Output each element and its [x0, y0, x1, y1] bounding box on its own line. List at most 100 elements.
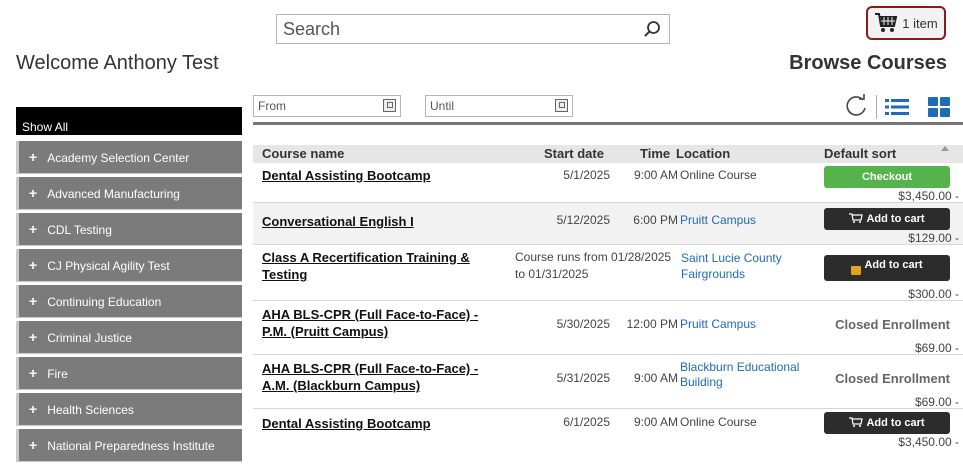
add-to-cart-button[interactable]: Add to cart [824, 208, 950, 230]
price: $69.00 - [914, 395, 959, 409]
location-link[interactable]: Pruitt Campus [680, 213, 756, 228]
start-date: 6/1/2025 [563, 415, 610, 429]
price: $3,450.00 - [898, 189, 959, 203]
start-date: 5/1/2025 [563, 168, 610, 182]
table-row: AHA BLS-CPR (Full Face-to-Face) - A.M. (… [253, 355, 963, 409]
until-date-placeholder: Until [430, 99, 455, 113]
sidebar-item-label: Criminal Justice [47, 331, 132, 345]
column-header-time[interactable]: Time [640, 146, 670, 161]
sidebar-item-cdl-testing[interactable]: + CDL Testing [16, 213, 242, 246]
show-all-button[interactable]: Show All [16, 107, 242, 141]
from-date-placeholder: From [258, 99, 286, 113]
course-name-link[interactable]: AHA BLS-CPR (Full Face-to-Face) - A.M. (… [262, 360, 502, 394]
location-link[interactable]: Pruitt Campus [680, 317, 756, 332]
location-line: Building [680, 375, 723, 389]
welcome-message: Welcome Anthony Test [16, 52, 219, 74]
location-line: Fairgrounds [681, 267, 746, 281]
location: Online Course [680, 168, 757, 182]
location-link[interactable]: Blackburn Educational Building [680, 360, 799, 390]
column-header-start-date[interactable]: Start date [544, 146, 604, 161]
filter-toolbar: From Until [253, 89, 963, 125]
start-date: 5/12/2025 [556, 213, 610, 227]
sidebar-item-academy-selection-center[interactable]: + Academy Selection Center [16, 141, 242, 174]
course-name-link[interactable]: AHA BLS-CPR (Full Face-to-Face) - P.M. (… [262, 306, 502, 340]
add-to-cart-button[interactable]: Add to cart [824, 255, 950, 281]
sidebar-item-label: Continuing Education [47, 295, 162, 309]
sidebar-item-label: CJ Physical Agility Test [47, 259, 170, 273]
cart-count-label: 1 item [902, 15, 938, 31]
course-name-line: Testing [262, 267, 308, 282]
table-row: Class A Recertification Training & Testi… [253, 245, 963, 301]
course-name-link[interactable]: Dental Assisting Bootcamp [262, 167, 502, 184]
category-sidebar: Show All + Academy Selection Center + Adva… [16, 107, 242, 465]
cart-button[interactable]: 1 item [866, 6, 946, 40]
calendar-icon[interactable] [383, 99, 396, 112]
start-time: 6:00 PM [633, 213, 678, 227]
start-time: 9:00 AM [633, 415, 678, 429]
search-input[interactable] [277, 15, 627, 43]
sidebar-item-national-preparedness-institute[interactable]: + National Preparedness Institute [16, 429, 242, 462]
course-name-line: P.M. (Pruitt Campus) [262, 324, 389, 339]
sidebar-item-fire[interactable]: + Fire [16, 357, 242, 390]
list-view-icon[interactable] [883, 95, 911, 119]
sidebar-item-label: Fire [47, 367, 68, 381]
start-time: 12:00 PM [626, 317, 678, 331]
add-to-cart-button[interactable]: Add to cart [824, 412, 950, 434]
lock-icon [851, 266, 862, 275]
calendar-icon[interactable] [555, 99, 568, 112]
search-box[interactable] [276, 14, 670, 44]
checkout-button[interactable]: Checkout [824, 166, 950, 188]
course-name-link[interactable]: Conversational English I [262, 213, 502, 230]
course-name-link[interactable]: Dental Assisting Bootcamp [262, 415, 502, 432]
from-date-field[interactable]: From [253, 95, 401, 117]
toolbar-divider [876, 95, 877, 119]
plus-icon: + [29, 185, 38, 201]
price: $3,450.00 - [898, 435, 959, 449]
location-line: Saint Lucie County [681, 251, 782, 265]
course-name-link[interactable]: Class A Recertification Training & Testi… [262, 249, 502, 283]
plus-icon: + [29, 401, 38, 417]
price: $300.00 - [908, 287, 959, 301]
column-header-location[interactable]: Location [676, 146, 730, 161]
add-to-cart-label: Add to cart [866, 213, 925, 225]
table-header: Course name Start date Time Location Def… [253, 145, 963, 163]
sort-dropdown[interactable]: Default sort [824, 146, 896, 161]
cart-icon [849, 417, 864, 427]
sidebar-item-label: Advanced Manufacturing [47, 187, 180, 201]
until-date-field[interactable]: Until [425, 95, 573, 117]
search-icon[interactable] [643, 20, 661, 38]
sidebar-item-label: National Preparedness Institute [47, 439, 215, 453]
plus-icon: + [29, 365, 38, 381]
shopping-cart-icon [875, 13, 898, 32]
grid-view-icon[interactable] [927, 96, 951, 118]
course-name-line: Class A Recertification Training & [262, 250, 470, 265]
course-name-line: AHA BLS-CPR (Full Face-to-Face) - [262, 361, 479, 376]
sidebar-item-continuing-education[interactable]: + Continuing Education [16, 285, 242, 318]
add-to-cart-label: Add to cart [866, 417, 925, 429]
sidebar-item-advanced-manufacturing[interactable]: + Advanced Manufacturing [16, 177, 242, 210]
refresh-icon[interactable] [843, 93, 869, 119]
closed-enrollment-status: Closed Enrollment [835, 317, 950, 332]
start-time: 9:00 AM [633, 168, 678, 182]
plus-icon: + [29, 221, 38, 237]
sidebar-item-health-sciences[interactable]: + Health Sciences [16, 393, 242, 426]
course-name-line: AHA BLS-CPR (Full Face-to-Face) - [262, 307, 479, 322]
sort-arrow-icon[interactable] [941, 146, 949, 151]
sidebar-item-cj-physical-agility-test[interactable]: + CJ Physical Agility Test [16, 249, 242, 282]
start-date: 5/31/2025 [556, 371, 610, 385]
page-title: Browse Courses [789, 52, 947, 74]
table-row: Dental Assisting Bootcamp 6/1/2025 9:00 … [253, 409, 963, 451]
course-run-dates: Course runs from 01/28/2025 to 01/31/202… [515, 249, 680, 283]
plus-icon: + [29, 293, 38, 309]
add-to-cart-label: Add to cart [864, 259, 923, 271]
plus-icon: + [29, 149, 38, 165]
course-table: Course name Start date Time Location Def… [253, 145, 963, 451]
run-dates-line: to 01/31/2025 [515, 267, 589, 281]
sidebar-item-criminal-justice[interactable]: + Criminal Justice [16, 321, 242, 354]
location-link[interactable]: Saint Lucie County Fairgrounds [681, 250, 782, 282]
closed-enrollment-status: Closed Enrollment [835, 371, 950, 386]
cart-icon [849, 213, 864, 223]
column-header-course-name[interactable]: Course name [262, 146, 344, 161]
location: Online Course [680, 415, 757, 429]
location-line: Blackburn Educational [680, 360, 800, 374]
